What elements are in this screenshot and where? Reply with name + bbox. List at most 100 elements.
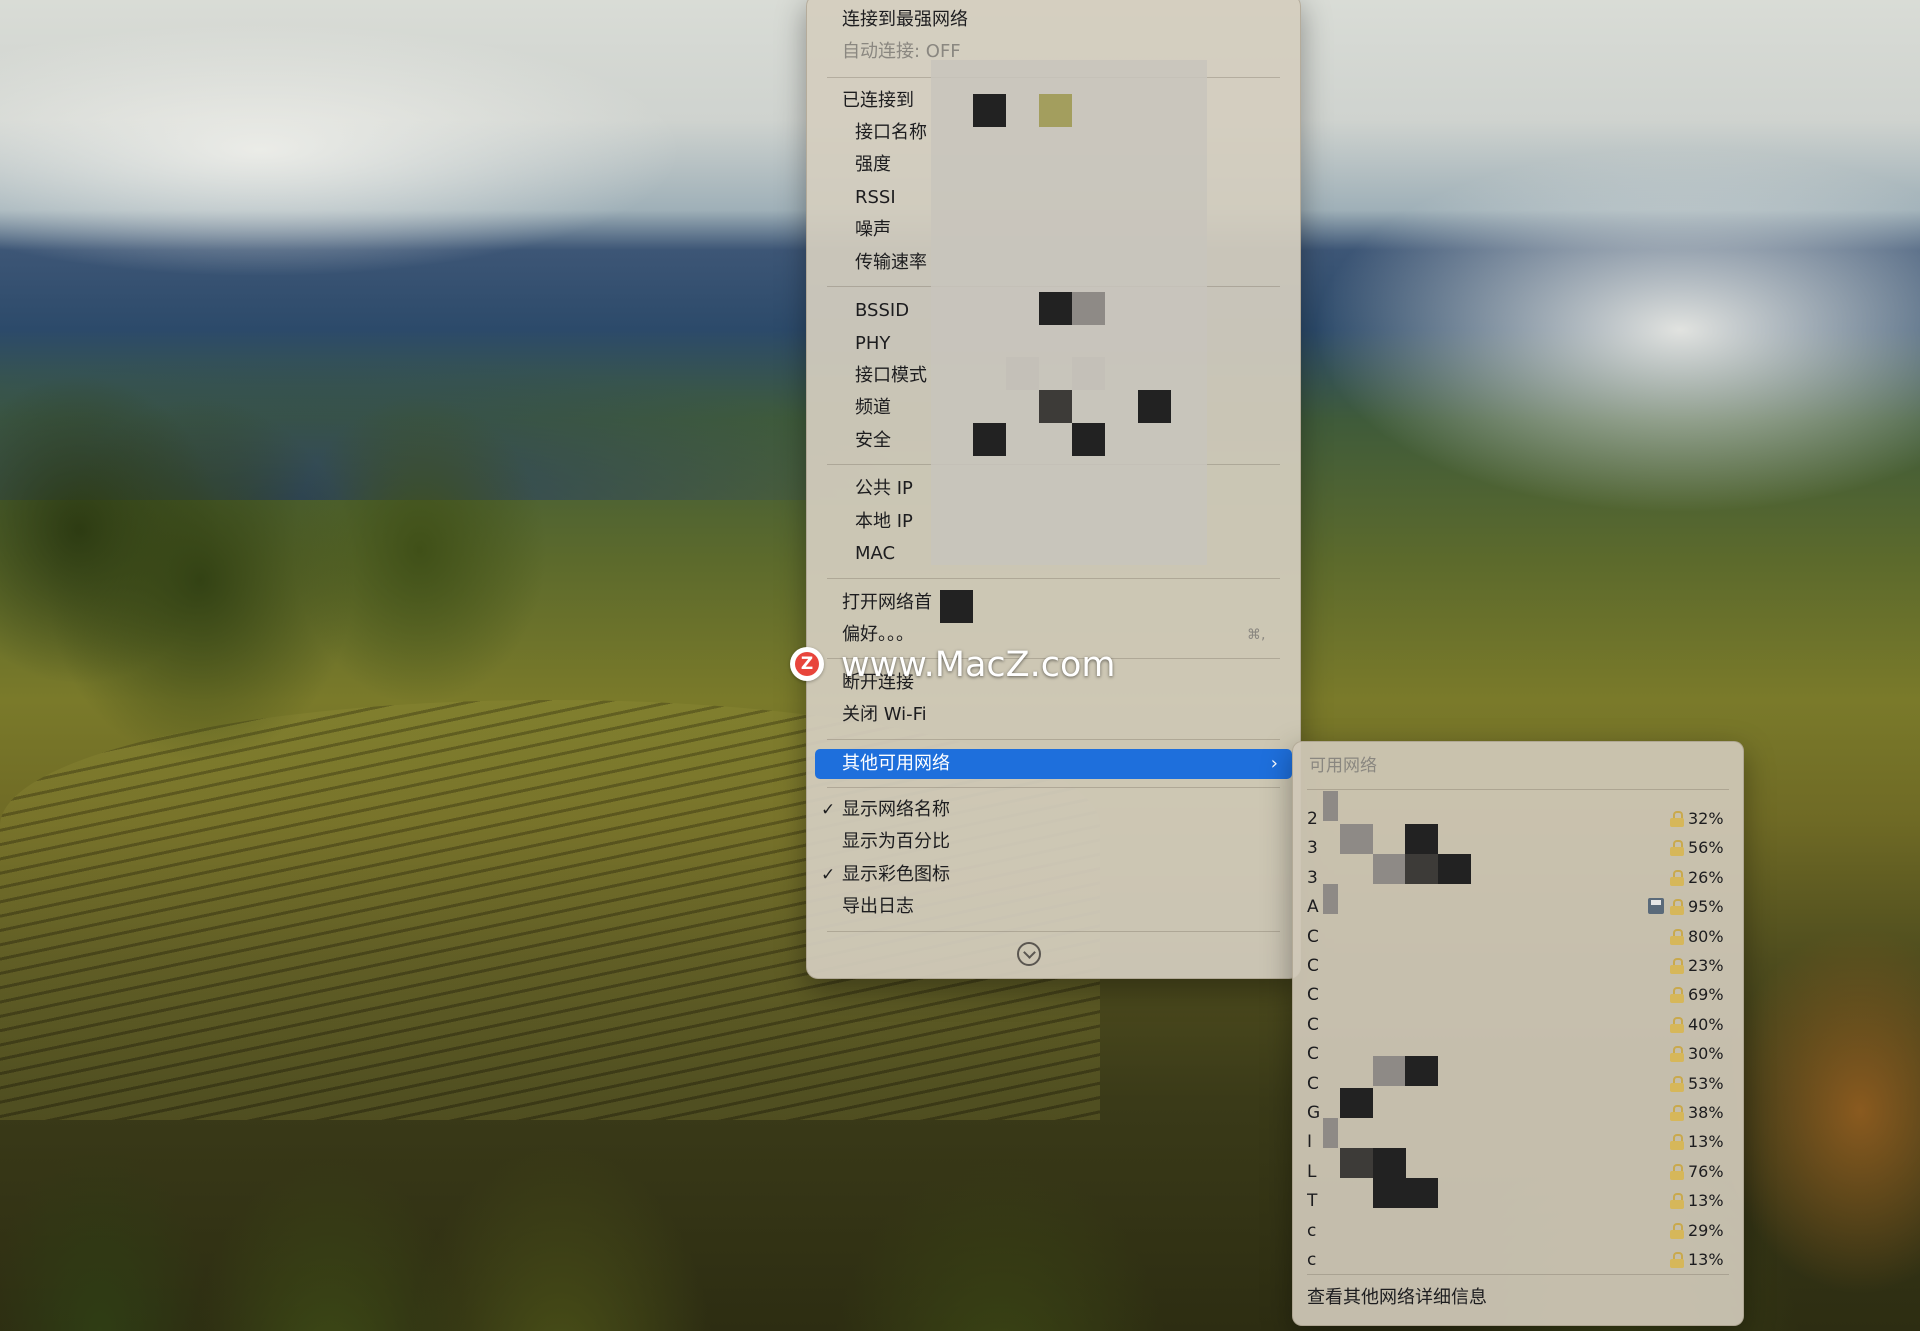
label-channel: 频道 (855, 397, 891, 418)
redacted-block (973, 423, 1006, 456)
redacted-block (1438, 854, 1471, 884)
lock-icon (1670, 1016, 1684, 1033)
redacted-block (1006, 357, 1039, 390)
redacted-block (1039, 390, 1072, 423)
network-row[interactable]: 3 26% (1293, 863, 1743, 892)
lock-icon (1670, 899, 1684, 916)
redacted-block (1340, 1148, 1373, 1178)
wifi-menu: 连接到最强网络 自动连接: OFF 已连接到 接口名称 强度 RSSI 噪声 传… (806, 0, 1301, 979)
menu-item-export-log[interactable]: 导出日志 (842, 895, 914, 919)
lock-icon (1670, 811, 1684, 827)
signal-percent: 53% (1688, 1073, 1724, 1093)
signal-percent: 26% (1688, 867, 1724, 887)
lock-icon (1670, 1163, 1684, 1180)
network-row[interactable]: c 13% (1293, 1245, 1743, 1274)
checkmark-icon: ✓ (821, 865, 836, 885)
network-name: I (1307, 1132, 1313, 1153)
label-security: 安全 (855, 430, 891, 451)
label-rssi: RSSI (855, 187, 896, 208)
label-public-ip: 公共 IP (855, 478, 913, 499)
network-name: C (1307, 1014, 1319, 1035)
network-name: A (1307, 897, 1319, 918)
network-row[interactable]: A 95% (1293, 892, 1743, 921)
signal-percent: 38% (1688, 1103, 1724, 1122)
lock-icon (1670, 1134, 1684, 1151)
label-connected-to: 已连接到 (842, 90, 914, 111)
redacted-block (1373, 1148, 1406, 1208)
signal-percent: 95% (1688, 897, 1724, 917)
chevron-down-circle-icon[interactable] (1017, 942, 1041, 966)
menu-item-turn-off-wifi[interactable]: 关闭 Wi-Fi (842, 703, 932, 727)
network-row[interactable]: C 23% (1293, 951, 1743, 980)
lock-icon (1670, 1252, 1684, 1268)
macz-logo-icon: Z (790, 647, 824, 681)
redacted-block (1138, 390, 1171, 423)
network-name: C (1307, 1044, 1319, 1065)
network-name: T (1307, 1191, 1318, 1212)
signal-percent: 13% (1688, 1191, 1724, 1211)
signal-percent: 13% (1688, 1250, 1724, 1269)
label-mac: MAC (855, 543, 896, 564)
signal-percent: 76% (1688, 1161, 1724, 1181)
signal-percent: 32% (1688, 809, 1724, 828)
other-networks-label: 其他可用网络 (842, 753, 950, 774)
label-phy: PHY (855, 333, 891, 354)
label-bssid: BSSID (855, 300, 910, 321)
redacted-block (1039, 292, 1072, 325)
network-name: c (1307, 1220, 1317, 1241)
redacted-block (1323, 1118, 1338, 1148)
network-row[interactable]: c 29% (1293, 1216, 1743, 1245)
lock-icon (1670, 840, 1684, 857)
available-networks-submenu: 可用网络 2 32% 3 56% 3 26% A 95% C 80% C 23% C 69% C 40% C 30… (1292, 741, 1744, 1326)
lock-icon (1670, 1222, 1684, 1239)
menu-item-other-networks[interactable]: 其他可用网络 › (815, 749, 1292, 779)
redacted-block (1323, 791, 1338, 821)
network-row[interactable]: C 30% (1293, 1039, 1743, 1068)
menu-item-show-network-name[interactable]: 显示网络名称 (842, 798, 950, 822)
menu-item-show-percentage[interactable]: 显示为百分比 (842, 830, 950, 854)
network-name: C (1307, 1073, 1319, 1094)
menu-separator (827, 787, 1280, 788)
redacted-block (1405, 824, 1438, 854)
signal-percent: 69% (1688, 985, 1724, 1005)
lock-icon (1670, 928, 1684, 945)
redacted-block (973, 94, 1006, 127)
signal-percent: 40% (1688, 1014, 1724, 1034)
label-interface-name: 接口名称 (855, 122, 927, 143)
menu-item-connect-strongest[interactable]: 连接到最强网络 (842, 8, 968, 32)
menu-item-open-network[interactable]: 打开网络首 (842, 591, 948, 615)
redacted-block (1323, 884, 1338, 914)
menu-item-preferences[interactable]: 偏好。。。 (842, 623, 914, 647)
redacted-block (940, 590, 973, 623)
network-name: C (1307, 956, 1319, 976)
network-name: C (1307, 985, 1319, 1006)
label-local-ip: 本地 IP (855, 511, 913, 532)
menu-separator (827, 931, 1280, 932)
network-name: L (1307, 1161, 1317, 1182)
submenu-separator (1307, 789, 1729, 790)
signal-percent: 80% (1688, 926, 1724, 946)
lock-icon (1670, 1046, 1684, 1063)
network-row[interactable]: C 80% (1293, 922, 1743, 951)
menu-item-show-color-icons[interactable]: 显示彩色图标 (842, 863, 950, 887)
network-name: G (1307, 1103, 1321, 1123)
label-tx-rate: 传输速率 (855, 252, 927, 273)
lock-icon (1670, 958, 1684, 974)
label-noise: 噪声 (855, 219, 891, 240)
network-row[interactable]: C 40% (1293, 1010, 1743, 1039)
lock-icon (1670, 1075, 1684, 1092)
wallpaper-trees-left (0, 330, 640, 830)
redacted-block (1405, 1178, 1438, 1208)
network-name: c (1307, 1250, 1317, 1270)
redacted-block (1039, 94, 1072, 127)
network-row[interactable]: T 13% (1293, 1186, 1743, 1215)
redacted-block (1072, 357, 1105, 390)
network-row[interactable]: C 69% (1293, 980, 1743, 1009)
network-name: C (1307, 926, 1319, 947)
network-name: 3 (1307, 838, 1318, 859)
submenu-header: 可用网络 (1309, 756, 1377, 776)
signal-percent: 29% (1688, 1220, 1724, 1240)
redacted-block (1072, 423, 1105, 456)
menu-item-other-network-details[interactable]: 查看其他网络详细信息 (1307, 1286, 1487, 1310)
label-strength: 强度 (855, 154, 891, 175)
